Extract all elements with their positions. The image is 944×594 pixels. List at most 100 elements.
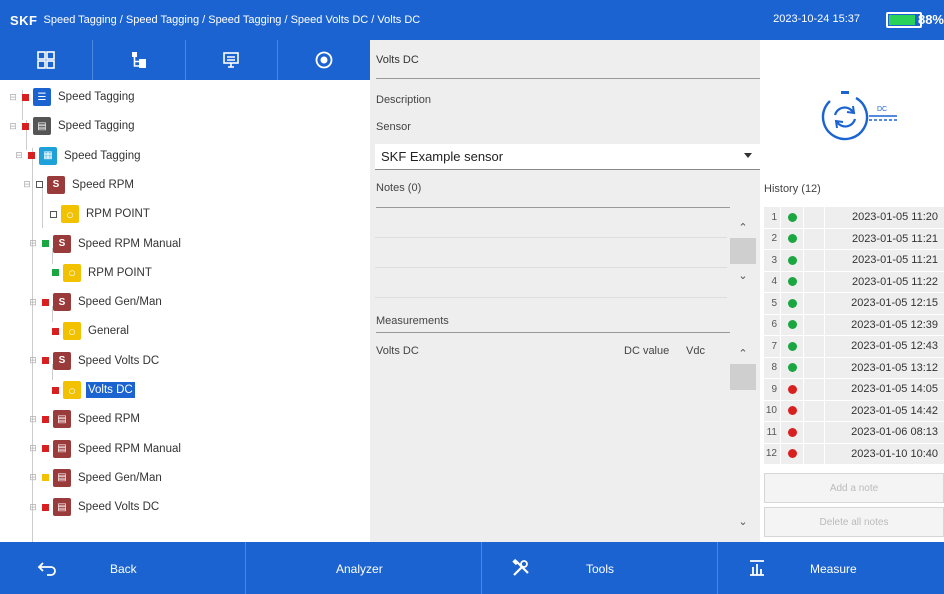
expand-toggle-icon[interactable]: ⊟ [28, 472, 38, 483]
grid-icon [37, 51, 55, 69]
back-label: Back [110, 562, 137, 576]
expand-toggle-icon[interactable]: ⊟ [28, 297, 38, 308]
history-index: 4 [764, 271, 780, 292]
expand-toggle-icon[interactable]: ⊟ [8, 121, 18, 132]
chevron-up-icon[interactable]: ⌃ [730, 342, 756, 364]
expand-toggle-icon[interactable]: ⊟ [28, 414, 38, 425]
status-dot [787, 384, 797, 394]
status-indicator [42, 503, 49, 511]
history-row[interactable]: 7 2023-01-05 12:43 [764, 336, 944, 358]
tree-node-label: RPM POINT [88, 266, 152, 279]
tree-node[interactable]: ○ Volts DC [38, 376, 135, 404]
status-indicator [52, 386, 59, 394]
expand-toggle-icon[interactable]: ⊟ [28, 443, 38, 454]
history-empty-cell [804, 357, 824, 378]
tree-node[interactable]: ⊟ S Speed RPM [22, 171, 136, 199]
history-date: 2023-01-10 10:40 [825, 443, 944, 464]
tree-node[interactable]: ○ General [38, 317, 131, 345]
tree-node[interactable]: ○ RPM POINT [36, 200, 152, 228]
history-empty-cell [804, 293, 824, 314]
status-dot [787, 363, 797, 373]
datetime: 2023-10-24 15:37 [773, 13, 860, 25]
tree-node[interactable]: ⊟ ▤ Speed RPM Manual [28, 435, 183, 463]
scroll-thumb[interactable] [730, 238, 756, 264]
chevron-up-icon[interactable]: ⌃ [730, 216, 756, 238]
history-row[interactable]: 9 2023-01-05 14:05 [764, 379, 944, 401]
tree-node[interactable]: ⊟ ▤ Speed Gen/Man [28, 464, 164, 492]
tab-tree[interactable] [93, 40, 186, 80]
analyzer-button[interactable]: Analyzer [246, 542, 482, 594]
tree-node-label: RPM POINT [86, 208, 150, 221]
add-note-button[interactable]: Add a note [764, 473, 944, 503]
back-arrow-icon [36, 558, 58, 578]
history-row[interactable]: 10 2023-01-05 14:42 [764, 400, 944, 422]
expand-toggle-icon[interactable]: ⊟ [28, 238, 38, 249]
tree-node[interactable]: ⊟ ☰ Speed Tagging [8, 83, 137, 111]
expand-toggle-icon[interactable]: ⊟ [28, 355, 38, 366]
tree-node[interactable]: ○ RPM POINT [38, 259, 154, 287]
tools-label: Tools [586, 562, 615, 576]
tools-button[interactable]: Tools [482, 542, 718, 594]
history-row[interactable]: 5 2023-01-05 12:15 [764, 293, 944, 315]
measure-button[interactable]: Measure [718, 542, 944, 594]
expand-toggle-icon[interactable]: ⊟ [14, 150, 24, 161]
scroll-thumb[interactable] [730, 364, 756, 390]
tree-node[interactable]: ⊟ S Speed RPM Manual [28, 230, 183, 258]
tree-node-label: Speed RPM Manual [78, 237, 181, 250]
history-row[interactable]: 8 2023-01-05 13:12 [764, 357, 944, 379]
delete-all-notes-button[interactable]: Delete all notes [764, 507, 944, 537]
machine-tree: ⊟ ☰ Speed Tagging ⊟ ▤ Speed Tagging ⊟ ▦ Speed Ta… [0, 80, 370, 568]
chevron-down-icon[interactable]: ⌄ [730, 510, 756, 532]
tree-node-label: Speed RPM Manual [78, 442, 181, 455]
speed-sensor-icon: S [47, 175, 65, 194]
status-indicator [42, 298, 49, 306]
notes-scrollbar[interactable]: ⌃ ⌄ [730, 216, 756, 286]
tree-node[interactable]: ⊟ ▤ Speed RPM [28, 405, 142, 433]
status-dot [787, 341, 797, 351]
status-indicator [42, 474, 49, 482]
history-index: 2 [764, 228, 780, 249]
sensor-select-value: SKF Example sensor [381, 149, 504, 164]
history-row[interactable]: 3 2023-01-05 11:21 [764, 250, 944, 272]
battery-percent: 88% [917, 12, 944, 27]
dc-measurement-icon: DC [765, 73, 944, 157]
scroll-down[interactable]: ⌄ [730, 510, 756, 532]
expand-toggle-icon[interactable]: ⊟ [28, 502, 38, 513]
tab-grid[interactable] [0, 40, 93, 80]
divider [376, 332, 730, 333]
history-date: 2023-01-05 11:21 [825, 228, 944, 249]
tab-record[interactable] [278, 40, 370, 80]
history-row[interactable]: 12 2023-01-10 10:40 [764, 443, 944, 465]
history-status-cell [781, 336, 803, 357]
measurement-row[interactable]: Volts DC DC value Vdc [376, 345, 728, 357]
tree-node[interactable]: ⊟ S Speed Gen/Man [28, 288, 164, 316]
history-row[interactable]: 2 2023-01-05 11:21 [764, 228, 944, 250]
tab-monitor[interactable] [186, 40, 279, 80]
history-index: 5 [764, 293, 780, 314]
sensor-label: Sensor [376, 121, 411, 133]
back-button[interactable]: Back [0, 542, 246, 594]
history-status-cell [781, 293, 803, 314]
chevron-down-icon[interactable]: ⌄ [730, 264, 756, 286]
expand-toggle-icon[interactable]: ⊟ [22, 179, 32, 190]
sensor-select[interactable]: SKF Example sensor [375, 144, 760, 170]
history-row[interactable]: 4 2023-01-05 11:22 [764, 271, 944, 293]
history-row[interactable]: 6 2023-01-05 12:39 [764, 314, 944, 336]
record-icon [315, 51, 333, 69]
tools-icon [510, 558, 532, 578]
history-row[interactable]: 1 2023-01-05 11:20 [764, 207, 944, 229]
history-empty-cell [804, 271, 824, 292]
panel-icon: ▦ [39, 146, 57, 165]
expand-toggle-icon[interactable]: ⊟ [8, 92, 18, 103]
status-dot [787, 427, 797, 437]
history-row[interactable]: 11 2023-01-06 08:13 [764, 422, 944, 444]
tree-node[interactable]: ⊟ ▤ Speed Tagging [8, 112, 137, 140]
tree-node[interactable]: ⊟ ▤ Speed Volts DC [28, 493, 161, 521]
history-status-cell [781, 314, 803, 335]
status-indicator [42, 415, 49, 423]
tree-node[interactable]: ⊟ ▦ Speed Tagging [14, 142, 143, 170]
tree-node[interactable]: ⊟ S Speed Volts DC [28, 347, 161, 375]
measurements-scrollbar[interactable]: ⌃ [730, 342, 756, 390]
measure-icon [746, 558, 768, 578]
history-index: 7 [764, 336, 780, 357]
